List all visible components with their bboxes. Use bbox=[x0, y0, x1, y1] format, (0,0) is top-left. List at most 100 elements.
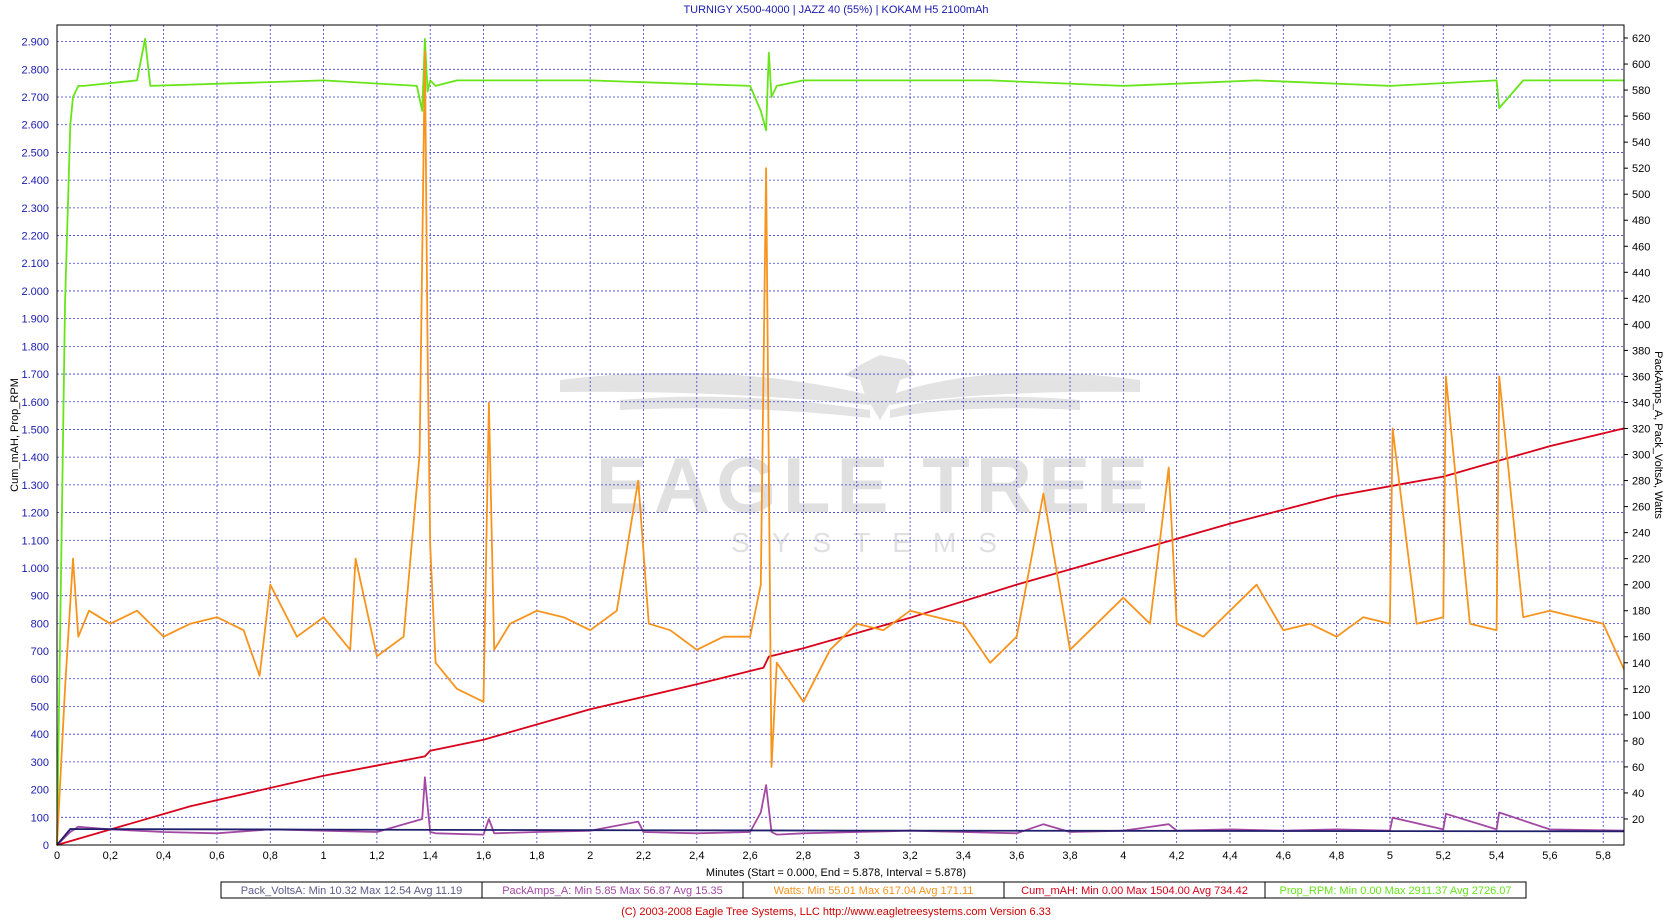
x-tick-label: 1,6 bbox=[476, 850, 491, 862]
y-right-tick-label: 620 bbox=[1632, 33, 1650, 45]
y-left-tick-label: 1.000 bbox=[21, 563, 49, 575]
y-right-tick-label: 180 bbox=[1632, 606, 1650, 618]
x-tick-label: 5,6 bbox=[1542, 850, 1557, 862]
y-left-tick-label: 1.100 bbox=[21, 535, 49, 547]
y-left-tick-label: 300 bbox=[31, 757, 49, 769]
y-left-tick-label: 2.800 bbox=[21, 64, 49, 76]
legend-item: Watts: Min 55.01 Max 617.04 Avg 171.11 bbox=[774, 885, 974, 897]
y-right-tick-label: 320 bbox=[1632, 423, 1650, 435]
chart: EAGLE TREE SYSTEMS 0 0,2 0,4 0,6 0,8 1 1,2 1,4 1… bbox=[0, 0, 1673, 920]
x-tick-label: 0,8 bbox=[263, 850, 278, 862]
legend-item: PackAmps_A: Min 5.85 Max 56.87 Avg 15.35 bbox=[502, 885, 723, 897]
x-tick-label: 1,2 bbox=[369, 850, 384, 862]
x-tick-label: 5 bbox=[1387, 850, 1393, 862]
x-tick-label: 3,2 bbox=[902, 850, 917, 862]
chart-title: TURNIGY X500-4000 | JAZZ 40 (55%) | KOKA… bbox=[683, 4, 988, 16]
y-right-tick-label: 360 bbox=[1632, 371, 1650, 383]
y-right-tick-label: 600 bbox=[1632, 59, 1650, 71]
y-right-tick-label: 240 bbox=[1632, 528, 1650, 540]
chart-root: EAGLE TREE SYSTEMS 0 0,2 0,4 0,6 0,8 1 1,2 1,4 1… bbox=[0, 0, 1673, 920]
y-right-tick-label: 340 bbox=[1632, 397, 1650, 409]
x-tick-label: 5,4 bbox=[1489, 850, 1504, 862]
x-tick-label: 3,8 bbox=[1062, 850, 1077, 862]
legend-item: Cum_mAH: Min 0.00 Max 1504.00 Avg 734.42 bbox=[1021, 885, 1248, 897]
y-left-tick-label: 1.700 bbox=[21, 369, 49, 381]
y-left-tick-label: 200 bbox=[31, 785, 49, 797]
y-left-tick-label: 900 bbox=[31, 591, 49, 603]
legend-item: Prop_RPM: Min 0.00 Max 2911.37 Avg 2726.… bbox=[1280, 885, 1512, 897]
y-left-tick-label: 500 bbox=[31, 701, 49, 713]
y-left-tick-label: 2.000 bbox=[21, 286, 49, 298]
x-tick-label: 3,6 bbox=[1009, 850, 1024, 862]
y-axis-left-label: Cum_mAH, Prop_RPM bbox=[9, 378, 21, 492]
y-right-tick-label: 380 bbox=[1632, 345, 1650, 357]
x-tick-label: 2,6 bbox=[742, 850, 757, 862]
y-right-tick-label: 460 bbox=[1632, 241, 1650, 253]
y-left-tick-label: 1.400 bbox=[21, 452, 49, 464]
x-tick-label: 1 bbox=[321, 850, 327, 862]
y-axis-right-label: PackAmps_A, Pack_VoltsA, Watts bbox=[1652, 351, 1664, 519]
y-right-tick-label: 560 bbox=[1632, 111, 1650, 123]
y-left-tick-label: 600 bbox=[31, 674, 49, 686]
y-left-tick-label: 1.800 bbox=[21, 341, 49, 353]
watermark-line2: SYSTEMS bbox=[731, 527, 1019, 558]
y-right-tick-label: 120 bbox=[1632, 684, 1650, 696]
x-tick-label: 1,8 bbox=[529, 850, 544, 862]
x-tick-label: 4,8 bbox=[1329, 850, 1344, 862]
y-right-tick-label: 300 bbox=[1632, 450, 1650, 462]
x-tick-label: 2,8 bbox=[796, 850, 811, 862]
x-tick-label: 0,4 bbox=[156, 850, 171, 862]
y-right-tick-label: 160 bbox=[1632, 632, 1650, 644]
y-right-tick-label: 400 bbox=[1632, 319, 1650, 331]
x-tick-label: 4,2 bbox=[1169, 850, 1184, 862]
y-left-tick-label: 1.200 bbox=[21, 508, 49, 520]
y-left-tick-label: 400 bbox=[31, 729, 49, 741]
x-tick-label: 3,4 bbox=[956, 850, 971, 862]
y-right-tick-label: 20 bbox=[1632, 814, 1644, 826]
y-right-tick-label: 80 bbox=[1632, 736, 1644, 748]
y-right-tick-label: 480 bbox=[1632, 215, 1650, 227]
y-left-tick-label: 1.600 bbox=[21, 397, 49, 409]
x-tick-label: 0,2 bbox=[103, 850, 118, 862]
x-tick-label: 2,4 bbox=[689, 850, 704, 862]
y-left-tick-label: 1.900 bbox=[21, 314, 49, 326]
y-left-tick-label: 2.300 bbox=[21, 203, 49, 215]
y-left-tick-label: 800 bbox=[31, 618, 49, 630]
y-left-tick-label: 1.300 bbox=[21, 480, 49, 492]
y-right-tick-label: 60 bbox=[1632, 762, 1644, 774]
x-tick-label: 5,2 bbox=[1436, 850, 1451, 862]
y-left-tick-label: 2.900 bbox=[21, 37, 49, 49]
y-right-tick-label: 420 bbox=[1632, 293, 1650, 305]
y-right-tick-label: 40 bbox=[1632, 788, 1644, 800]
y-right-tick-label: 520 bbox=[1632, 163, 1650, 175]
footer-copyright: (C) 2003-2008 Eagle Tree Systems, LLC ht… bbox=[621, 906, 1051, 918]
y-left-tick-label: 2.500 bbox=[21, 147, 49, 159]
x-tick-label: 4,6 bbox=[1276, 850, 1291, 862]
x-tick-label: 4 bbox=[1120, 850, 1126, 862]
legend-item: Pack_VoltsA: Min 10.32 Max 12.54 Avg 11.… bbox=[241, 885, 463, 897]
y-right-tick-label: 140 bbox=[1632, 658, 1650, 670]
legend: Pack_VoltsA: Min 10.32 Max 12.54 Avg 11.… bbox=[220, 881, 1527, 899]
y-right-tick-label: 260 bbox=[1632, 502, 1650, 514]
y-left-tick-label: 2.100 bbox=[21, 258, 49, 270]
y-left-tick-label: 2.200 bbox=[21, 231, 49, 243]
y-right-tick-label: 440 bbox=[1632, 267, 1650, 279]
y-right-tick-label: 220 bbox=[1632, 554, 1650, 566]
y-right-tick-label: 280 bbox=[1632, 476, 1650, 488]
x-tick-label: 2,2 bbox=[636, 850, 651, 862]
y-right-tick-label: 500 bbox=[1632, 189, 1650, 201]
x-tick-label: 3 bbox=[854, 850, 860, 862]
y-left-tick-label: 2.600 bbox=[21, 120, 49, 132]
x-tick-label: 2 bbox=[587, 850, 593, 862]
x-tick-label: 4,4 bbox=[1222, 850, 1237, 862]
y-right-tick-label: 100 bbox=[1632, 710, 1650, 722]
y-left-tick-label: 700 bbox=[31, 646, 49, 658]
x-tick-label: 1,4 bbox=[423, 850, 438, 862]
y-left-tick-label: 2.400 bbox=[21, 175, 49, 187]
x-axis-label: Minutes (Start = 0.000, End = 5.878, Int… bbox=[706, 867, 966, 879]
x-tick-label: 0,6 bbox=[209, 850, 224, 862]
x-tick-label: 5,8 bbox=[1596, 850, 1611, 862]
y-right-tick-label: 200 bbox=[1632, 580, 1650, 592]
y-left-tick-label: 100 bbox=[31, 812, 49, 824]
y-left-tick-label: 1.500 bbox=[21, 424, 49, 436]
